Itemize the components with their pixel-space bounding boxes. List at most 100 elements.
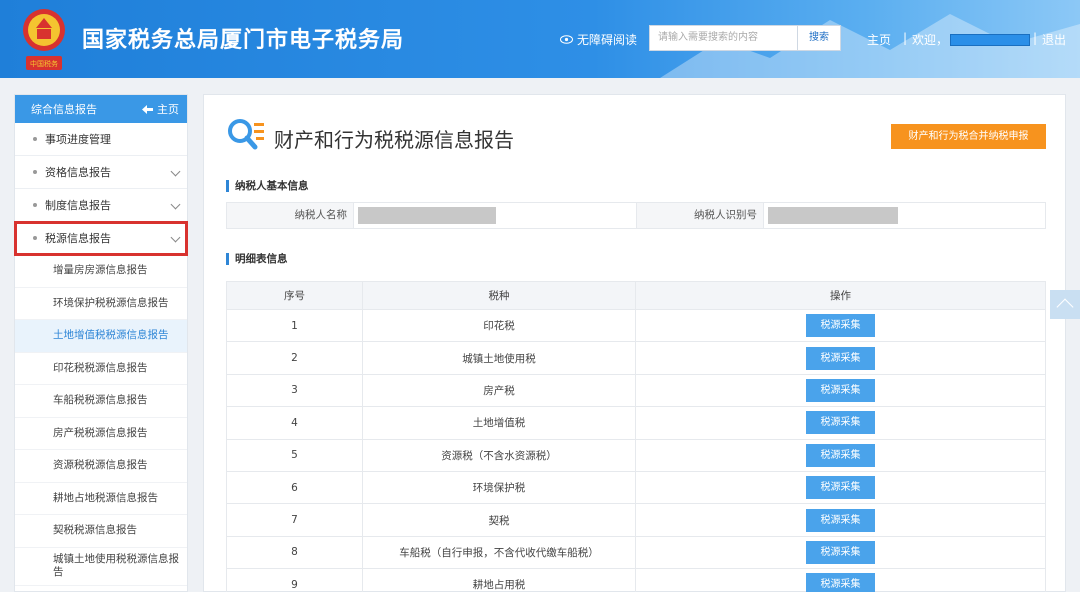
sidebar-item-label: 事项进度管理 bbox=[45, 133, 111, 146]
action-cell: 税源采集 bbox=[635, 568, 1046, 592]
column-header: 序号 bbox=[226, 281, 363, 310]
table-row: 3 房产税 税源采集 bbox=[226, 373, 1046, 408]
welcome-text: 欢迎， bbox=[912, 33, 949, 47]
detail-title: 明细表信息 bbox=[226, 253, 288, 265]
basic-info-title: 纳税人基本信息 bbox=[226, 180, 309, 192]
site-title: 国家税务总局厦门市电子税务局 bbox=[82, 28, 405, 53]
action-cell: 税源采集 bbox=[635, 438, 1046, 472]
action-cell: 税源采集 bbox=[635, 503, 1046, 537]
tax-type: 土地增值税 bbox=[362, 406, 636, 440]
tax-type: 车船税（自行申报，不含代收代缴车船税） bbox=[362, 535, 636, 570]
collect-source-button[interactable]: 税源采集 bbox=[806, 411, 875, 435]
table-row: 6 环境保护税 税源采集 bbox=[226, 470, 1046, 505]
row-number: 5 bbox=[226, 438, 363, 472]
sidebar-title: 综合信息报告 bbox=[31, 103, 97, 116]
page-title: 财产和行为税税源信息报告 bbox=[274, 128, 514, 152]
action-cell: 税源采集 bbox=[635, 341, 1046, 375]
sidebar-item-progress[interactable]: 事项进度管理 bbox=[15, 123, 187, 156]
action-cell: 税源采集 bbox=[635, 373, 1046, 408]
redacted-mask bbox=[358, 207, 496, 224]
taxpayer-name-label: 纳税人名称 bbox=[227, 203, 354, 228]
back-arrow-icon bbox=[142, 104, 153, 114]
collect-source-button[interactable]: 税源采集 bbox=[806, 476, 875, 500]
logout-link[interactable]: 退出 bbox=[1042, 31, 1066, 48]
table-header-row: 序号 税种 操作 bbox=[226, 281, 1046, 310]
nav-home-link[interactable]: 主页 bbox=[867, 31, 891, 48]
chevron-down-icon bbox=[170, 166, 181, 177]
merge-declaration-button[interactable]: 财产和行为税合并纳税申报 bbox=[891, 124, 1046, 149]
action-cell: 税源采集 bbox=[635, 535, 1046, 570]
sidebar-home-label: 主页 bbox=[157, 103, 179, 116]
tax-type: 城镇土地使用税 bbox=[362, 341, 636, 375]
table-row: 8 车船税（自行申报，不含代收代缴车船税） 税源采集 bbox=[226, 535, 1046, 570]
collect-source-button[interactable]: 税源采集 bbox=[806, 443, 875, 467]
tax-type: 印花税 bbox=[362, 308, 636, 343]
tax-type: 契税 bbox=[362, 503, 636, 537]
collect-source-button[interactable]: 税源采集 bbox=[806, 314, 875, 338]
sidebar-item-label: 资格信息报告 bbox=[45, 166, 111, 179]
main-panel: 财产和行为税税源信息报告 财产和行为税合并纳税申报 纳税人基本信息 纳税人名称 … bbox=[203, 94, 1066, 592]
sidebar-item-label: 税源信息报告 bbox=[45, 232, 111, 245]
taxpayer-name-value bbox=[354, 203, 637, 228]
chevron-down-icon bbox=[170, 199, 181, 210]
table-row: 9 耕地占用税 税源采集 bbox=[226, 568, 1046, 592]
sidebar-subitem[interactable]: 车船税税源信息报告 bbox=[15, 385, 187, 418]
tax-emblem-icon: 中国税务 bbox=[23, 9, 65, 70]
accessibility-label: 无障碍阅读 bbox=[577, 33, 638, 47]
table-row: 5 资源税（不含水资源税） 税源采集 bbox=[226, 438, 1046, 472]
logo-text: 中国税务 bbox=[30, 59, 58, 68]
tax-type: 耕地占用税 bbox=[362, 568, 636, 592]
accessibility-link[interactable]: 无障碍阅读 bbox=[560, 31, 637, 48]
collect-source-button[interactable]: 税源采集 bbox=[806, 573, 875, 592]
tax-source-table: 序号 税种 操作 1 印花税 税源采集 2 城镇土地使用税 税源采集 3 房产税 税源采集 4 土地… bbox=[226, 281, 1046, 592]
row-number: 4 bbox=[226, 406, 363, 440]
collect-source-button[interactable]: 税源采集 bbox=[806, 346, 875, 370]
row-number: 7 bbox=[226, 503, 363, 537]
bullet-icon bbox=[33, 236, 37, 240]
sidebar-subitem[interactable]: 环境保护税税源信息报告 bbox=[15, 288, 187, 320]
nav-separator: | bbox=[903, 31, 908, 45]
magnifier-list-icon bbox=[228, 119, 264, 150]
collect-source-button[interactable]: 税源采集 bbox=[806, 508, 875, 532]
sidebar-home-link[interactable]: 主页 bbox=[142, 101, 179, 117]
username-redacted bbox=[950, 34, 1030, 46]
sidebar-header: 综合信息报告 主页 bbox=[15, 95, 187, 123]
sidebar-subitem[interactable]: 增量房房源信息报告 bbox=[15, 255, 187, 288]
sidebar-item-tax-source[interactable]: 税源信息报告 bbox=[14, 221, 188, 256]
table-row: 2 城镇土地使用税 税源采集 bbox=[226, 341, 1046, 375]
eye-icon bbox=[560, 35, 573, 44]
table-row: 1 印花税 税源采集 bbox=[226, 308, 1046, 343]
tax-type: 房产税 bbox=[362, 373, 636, 408]
sidebar-item-system[interactable]: 制度信息报告 bbox=[15, 189, 187, 222]
sidebar-subitem[interactable]: 印花税税源信息报告 bbox=[15, 353, 187, 385]
sidebar-subitem[interactable]: 房产税税源信息报告 bbox=[15, 418, 187, 450]
sidebar-subitem[interactable]: 契税税源信息报告 bbox=[15, 515, 187, 548]
row-number: 2 bbox=[226, 341, 363, 375]
basic-info-row: 纳税人名称 纳税人识别号 bbox=[226, 202, 1046, 229]
table-row: 7 契税 税源采集 bbox=[226, 503, 1046, 537]
sidebar-subitem-active[interactable]: 土地增值税税源信息报告 bbox=[15, 320, 187, 353]
redacted-mask bbox=[768, 207, 898, 224]
sidebar-subitem[interactable]: 城镇土地使用税税源信息报告 bbox=[15, 548, 187, 586]
action-cell: 税源采集 bbox=[635, 470, 1046, 505]
column-header: 操作 bbox=[635, 281, 1046, 310]
table-row: 4 土地增值税 税源采集 bbox=[226, 406, 1046, 440]
sidebar-item-qualification[interactable]: 资格信息报告 bbox=[15, 156, 187, 189]
sidebar-subitem[interactable]: 资源税税源信息报告 bbox=[15, 450, 187, 483]
row-number: 8 bbox=[226, 535, 363, 570]
chevron-down-icon bbox=[170, 232, 181, 243]
sidebar-subitem[interactable]: 耕地占地税源信息报告 bbox=[15, 483, 187, 515]
row-number: 3 bbox=[226, 373, 363, 408]
bullet-icon bbox=[33, 203, 37, 207]
search-button[interactable]: 搜索 bbox=[797, 25, 841, 51]
sidebar: 综合信息报告 主页 事项进度管理 资格信息报告 制度信息报告 税源信息报告 增量… bbox=[14, 94, 188, 592]
search-input[interactable]: 请输入需要搜索的内容 bbox=[649, 25, 797, 51]
action-cell: 税源采集 bbox=[635, 406, 1046, 440]
collect-source-button[interactable]: 税源采集 bbox=[806, 540, 875, 564]
scroll-top-button[interactable] bbox=[1050, 290, 1080, 319]
collect-source-button[interactable]: 税源采集 bbox=[806, 378, 875, 402]
row-number: 9 bbox=[226, 568, 363, 592]
site-header: 中国税务 国家税务总局厦门市电子税务局 无障碍阅读 请输入需要搜索的内容 搜索 … bbox=[0, 0, 1080, 78]
column-header: 税种 bbox=[362, 281, 636, 310]
sidebar-item-label: 制度信息报告 bbox=[45, 199, 111, 212]
